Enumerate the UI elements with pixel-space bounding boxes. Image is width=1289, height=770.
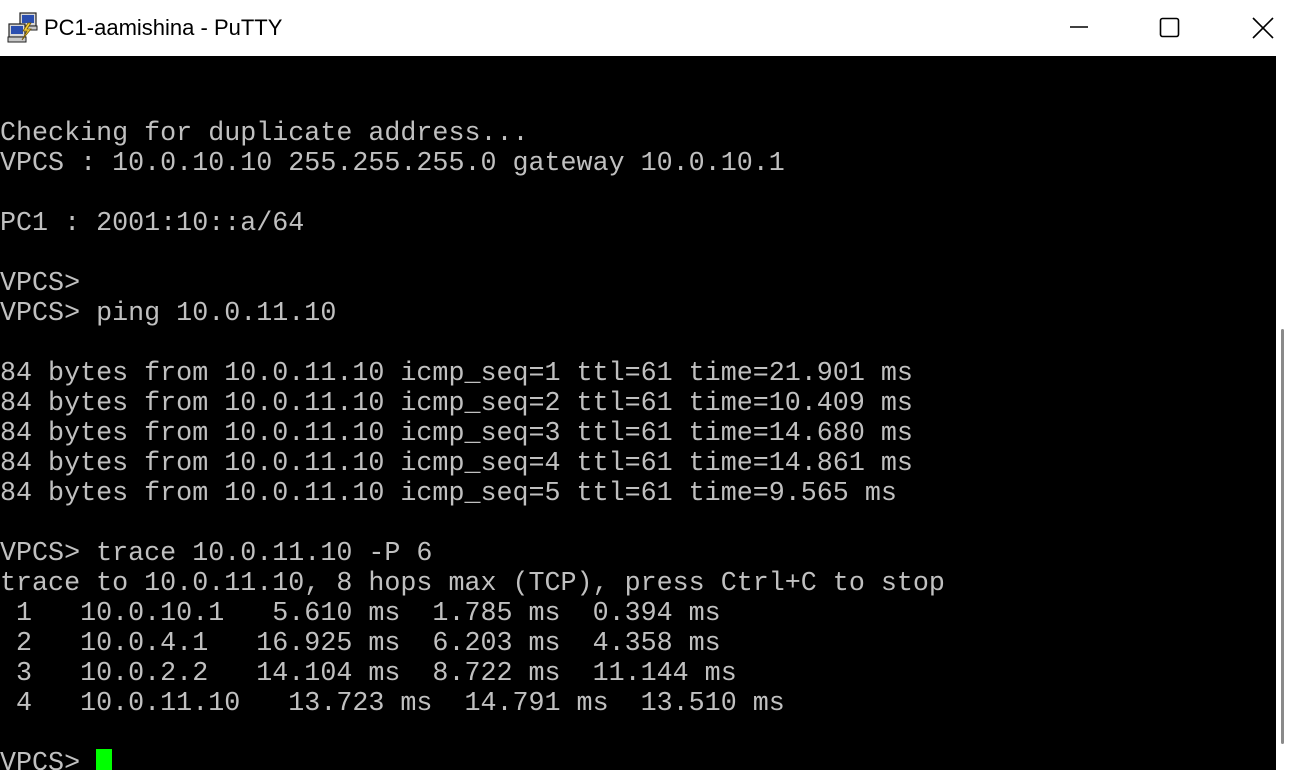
maximize-button[interactable] xyxy=(1124,0,1216,56)
terminal-line: trace to 10.0.11.10, 8 hops max (TCP), p… xyxy=(0,569,945,599)
close-button[interactable] xyxy=(1216,0,1289,56)
text-cursor xyxy=(96,749,113,770)
terminal-area[interactable]: Checking for duplicate address... VPCS :… xyxy=(0,56,1276,770)
putty-window: PC1-aamishina - PuTTY Checking for dupli… xyxy=(0,0,1289,770)
minimize-icon xyxy=(1070,26,1088,28)
terminal-line: 3 10.0.2.2 14.104 ms 8.722 ms 11.144 ms xyxy=(0,659,737,689)
vertical-scrollbar[interactable] xyxy=(1276,56,1289,770)
terminal-line: VPCS> trace 10.0.11.10 -P 6 xyxy=(0,539,433,569)
scrollbar-thumb[interactable] xyxy=(1281,329,1284,744)
terminal-line: PC1 : 2001:10::a/64 xyxy=(0,209,305,239)
prompt-text: VPCS> xyxy=(0,749,81,770)
maximize-icon xyxy=(1159,17,1180,38)
terminal-line: 84 bytes from 10.0.11.10 icmp_seq=4 ttl=… xyxy=(0,449,913,479)
terminal-line: 1 10.0.10.1 5.610 ms 1.785 ms 0.394 ms xyxy=(0,599,721,629)
terminal-line: 84 bytes from 10.0.11.10 icmp_seq=1 ttl=… xyxy=(0,359,913,389)
terminal-line: 84 bytes from 10.0.11.10 icmp_seq=5 ttl=… xyxy=(0,479,897,509)
terminal-line: 2 10.0.4.1 16.925 ms 6.203 ms 4.358 ms xyxy=(0,629,721,659)
terminal-line: VPCS : 10.0.10.10 255.255.255.0 gateway … xyxy=(0,149,785,179)
terminal-line: Checking for duplicate address... xyxy=(0,119,529,149)
terminal-line: 84 bytes from 10.0.11.10 icmp_seq=3 ttl=… xyxy=(0,419,913,449)
title-bar[interactable]: PC1-aamishina - PuTTY xyxy=(0,0,1289,56)
putty-icon[interactable] xyxy=(6,11,40,45)
terminal-output: Checking for duplicate address... VPCS :… xyxy=(0,59,945,770)
close-icon xyxy=(1252,17,1274,39)
window-title: PC1-aamishina - PuTTY xyxy=(44,15,283,40)
terminal-line: 4 10.0.11.10 13.723 ms 14.791 ms 13.510 … xyxy=(0,689,785,719)
terminal-line: 84 bytes from 10.0.11.10 icmp_seq=2 ttl=… xyxy=(0,389,913,419)
prompt-line[interactable]: VPCS> xyxy=(0,749,945,770)
terminal-line: VPCS> ping 10.0.11.10 xyxy=(0,299,337,329)
minimize-button[interactable] xyxy=(1033,0,1125,56)
terminal-line: VPCS> xyxy=(0,269,81,299)
